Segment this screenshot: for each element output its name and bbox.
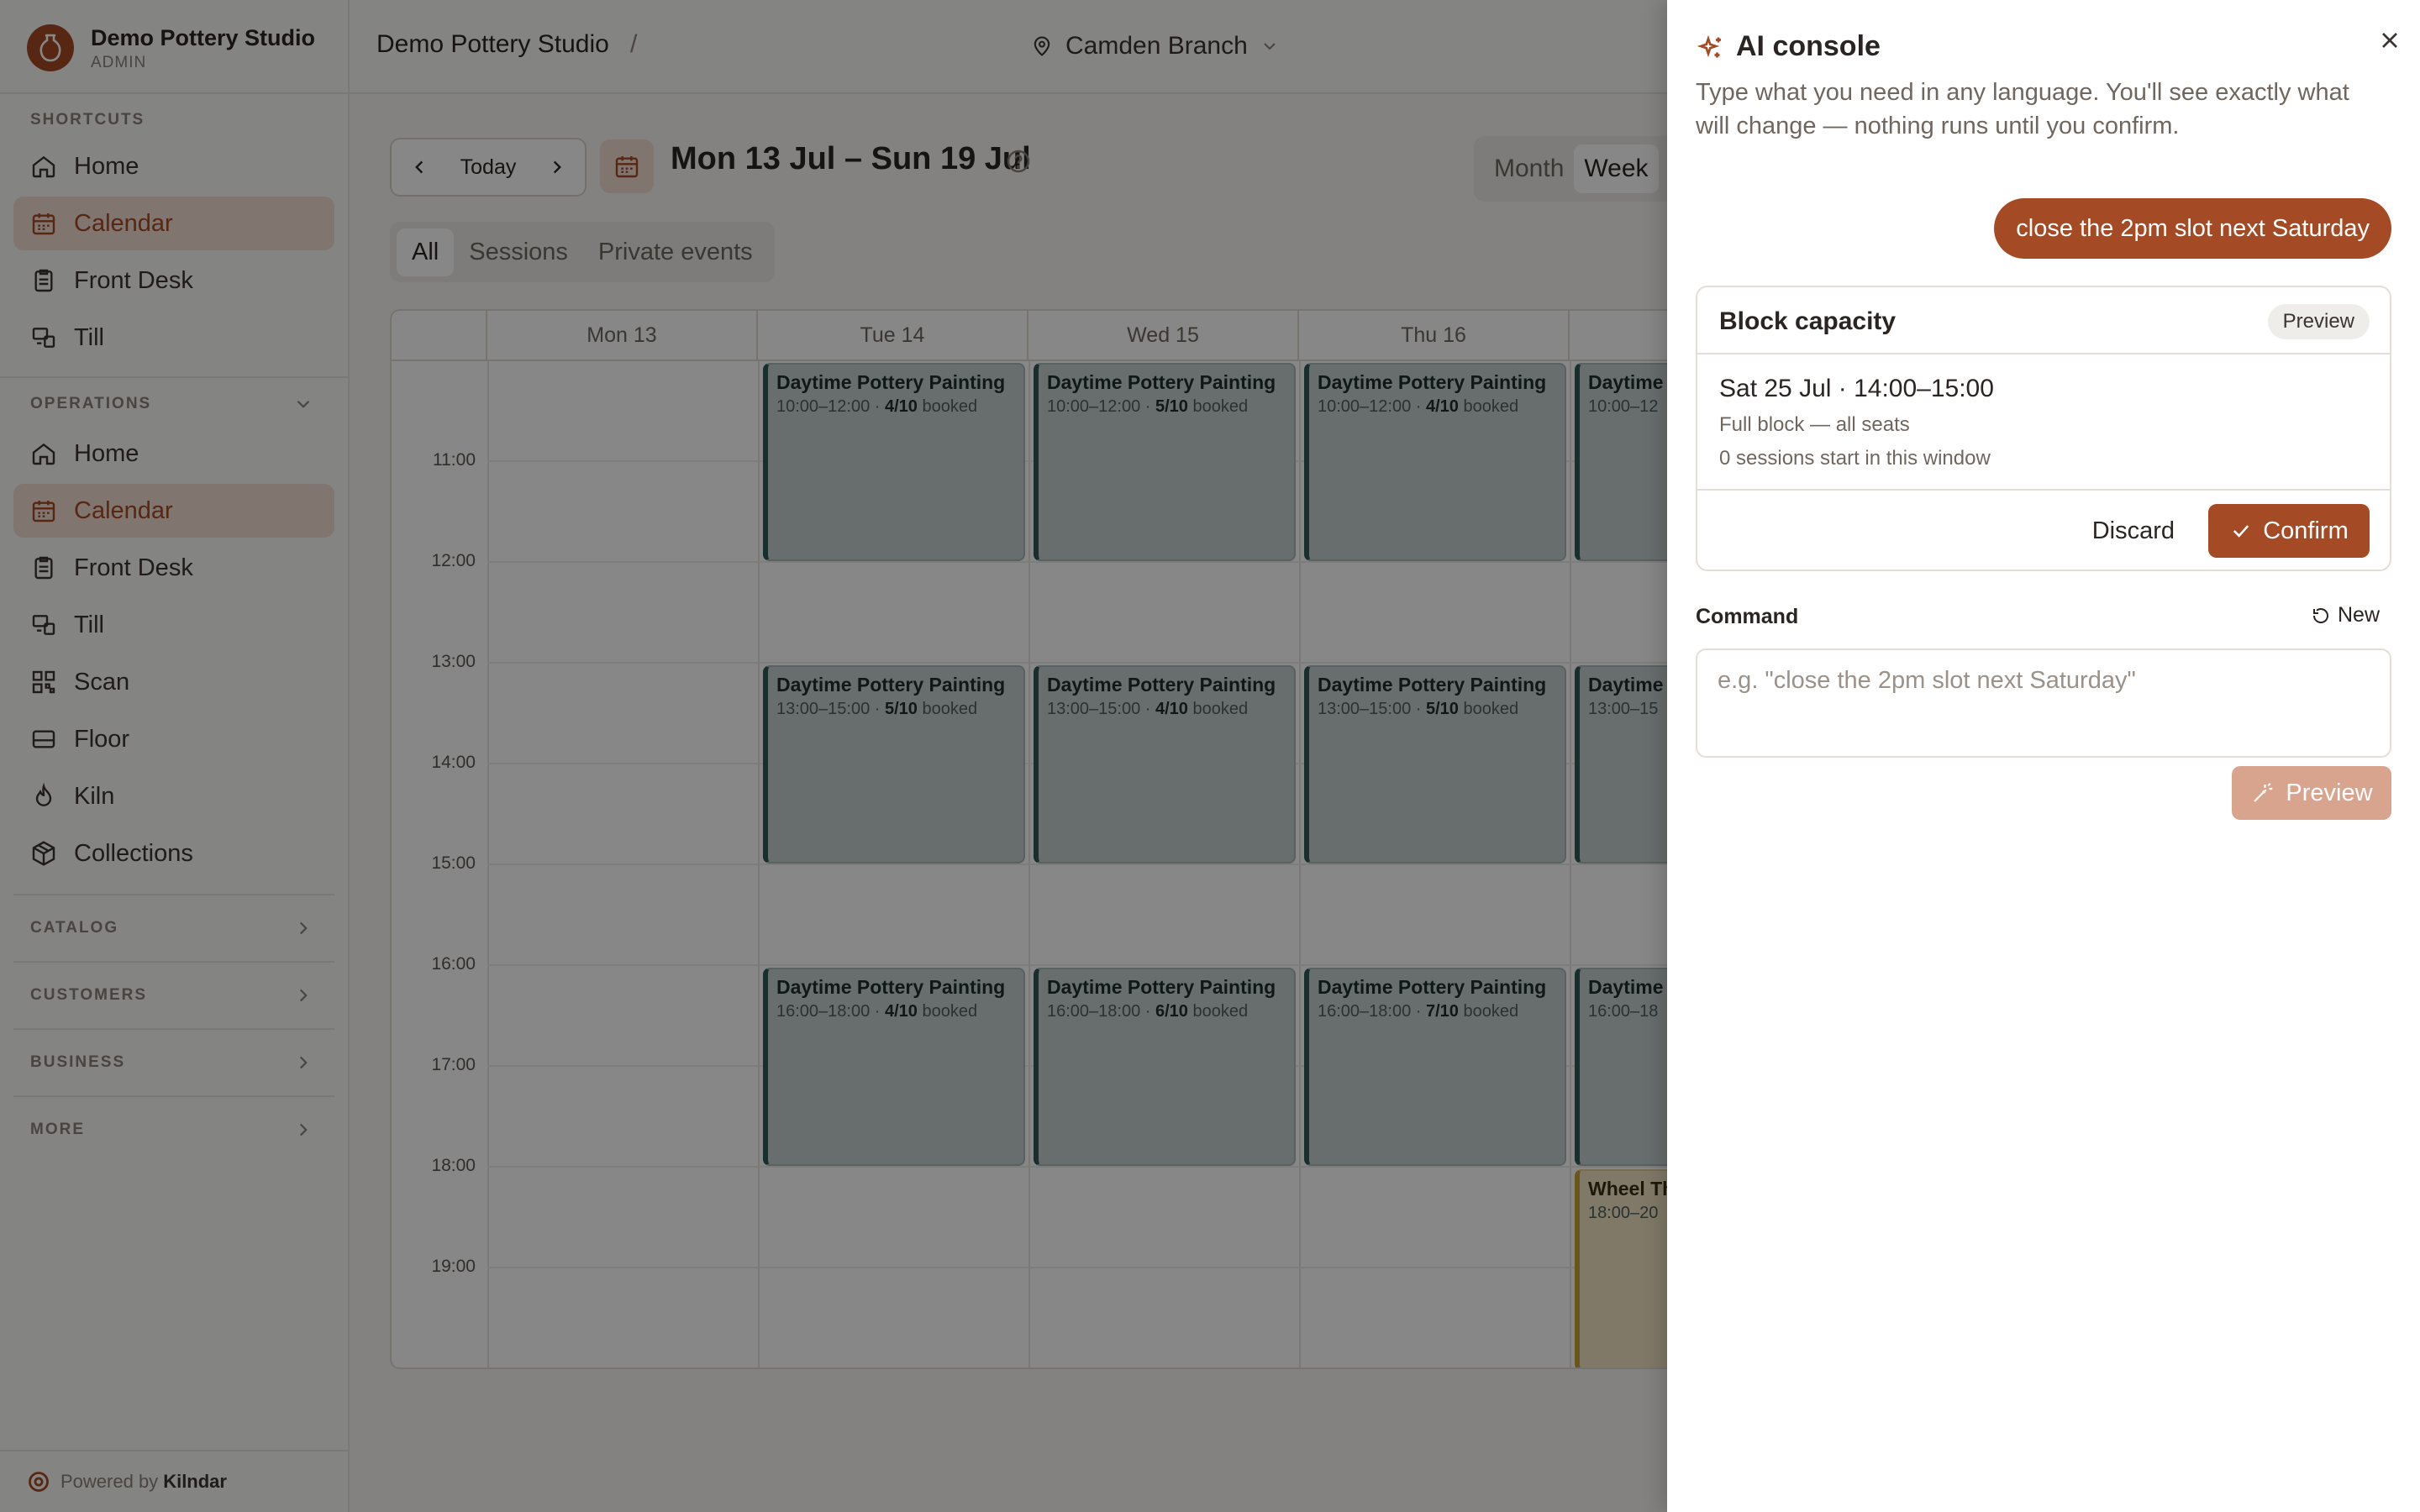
sessions-count: 0 sessions start in this window: [1719, 447, 1991, 470]
card-header: Block capacity Preview: [1697, 287, 2390, 354]
card-title: Block capacity: [1719, 307, 1897, 335]
confirm-label: Confirm: [2263, 517, 2349, 544]
new-command-button[interactable]: New: [2311, 603, 2380, 627]
action-preview-card: Block capacity Preview Sat 25 Jul · 14:0…: [1696, 286, 2391, 571]
user-message-bubble: close the 2pm slot next Saturday: [1994, 198, 2391, 259]
sparkle-icon: [1697, 34, 1721, 58]
ai-console-panel: AI console Type what you need in any lan…: [1667, 0, 2420, 1512]
block-detail: Full block — all seats: [1719, 413, 1910, 436]
slot-summary: Sat 25 Jul · 14:00–15:00: [1719, 375, 1994, 402]
refresh-icon: [2312, 607, 2328, 623]
ai-console-title: AI console: [1736, 30, 1881, 62]
discard-button[interactable]: Discard: [2092, 517, 2175, 545]
check-icon: [2233, 525, 2249, 538]
card-divider: [1697, 489, 2390, 491]
preview-label: Preview: [2286, 779, 2373, 806]
magic-wand-icon: [2254, 782, 2273, 802]
command-label: Command: [1696, 605, 1799, 628]
preview-button[interactable]: Preview: [2232, 766, 2391, 820]
ai-console-description: Type what you need in any language. You'…: [1696, 79, 2349, 139]
command-input[interactable]: [1696, 648, 2391, 758]
close-icon[interactable]: [2376, 27, 2403, 54]
app-root: Demo Pottery Studio ADMIN SHORTCUTS Home…: [0, 0, 2420, 1512]
preview-badge: Preview: [2267, 304, 2370, 339]
confirm-button[interactable]: Confirm: [2208, 504, 2370, 558]
new-label: New: [2337, 603, 2380, 627]
